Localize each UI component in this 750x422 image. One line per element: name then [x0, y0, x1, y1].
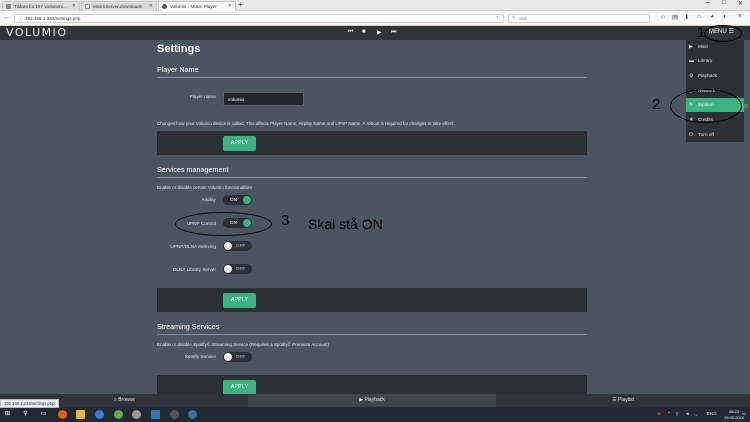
network-icon[interactable]: ▯: [676, 411, 678, 417]
bookmark-star-icon[interactable]: ☆: [660, 13, 666, 21]
divider: [157, 334, 587, 335]
power-icon: ⏻: [689, 132, 693, 138]
annotation-ellipse-upnp: [175, 212, 272, 236]
menu-item-turn-off[interactable]: ⏻ Turn off: [686, 128, 744, 142]
menu-item-library[interactable]: ▬ Library: [686, 54, 744, 68]
favicon-icon: [6, 4, 11, 9]
divider: [157, 77, 587, 78]
apply-player-name-button[interactable]: APPLY: [223, 136, 256, 151]
airplay-label: Airplay: [201, 197, 216, 202]
page-title: Settings: [157, 43, 201, 55]
new-tab-button[interactable]: +: [238, 0, 243, 9]
search-icon[interactable]: ⚲: [21, 410, 30, 419]
menu-item-main[interactable]: ▶ Main: [686, 40, 744, 54]
player-name-label: Player name: [189, 94, 216, 99]
apply-streaming-button[interactable]: APPLY: [223, 380, 256, 395]
app-icon[interactable]: [114, 410, 123, 419]
annotation-number-3: 3: [281, 212, 290, 229]
maximize-button[interactable]: □: [722, 0, 726, 6]
previous-icon[interactable]: ⏮: [348, 29, 353, 36]
next-icon[interactable]: ⏭: [391, 29, 396, 36]
browser-menu-icon[interactable]: ≡: [738, 13, 742, 20]
dlna-library-server-label: DLNA Library Server: [173, 267, 216, 272]
home-icon[interactable]: ⌂: [697, 13, 701, 20]
browser-tab[interactable]: Tildare for DIY webstem... ✕: [2, 1, 80, 11]
extension-icon[interactable]: ◐: [723, 13, 727, 20]
annotation-ellipse-system: [670, 89, 742, 123]
info-icon: ⓘ: [18, 16, 23, 21]
section-title-player-name: Player Name: [157, 65, 199, 74]
tab-playback[interactable]: ▶ Playback: [248, 394, 496, 407]
volume-icon[interactable]: ◄: [685, 411, 689, 416]
stop-icon[interactable]: ■: [362, 29, 366, 35]
dlna-library-server-toggle[interactable]: OFF: [223, 264, 252, 274]
play-icon: ▶: [689, 44, 693, 50]
folder-icon: ▬: [689, 58, 694, 64]
download-icon[interactable]: ⬇: [684, 13, 689, 21]
tray-app-icon[interactable]: ◉: [657, 411, 661, 417]
favicon-icon: [162, 4, 167, 9]
reading-list-icon[interactable]: ▤: [672, 13, 678, 21]
app-icon[interactable]: [188, 410, 197, 419]
upnp-dlna-indexing-label: UPNP/DLNA Indexing: [170, 244, 216, 249]
task-view-icon[interactable]: ▭: [39, 410, 48, 419]
browser-tab-bar: Tildare for DIY webstem... ✕ MinimServer…: [0, 0, 750, 11]
menu-item-playback[interactable]: ⚙ Playback: [686, 69, 744, 83]
volumio-header: VOLUMIO ⏮ ■ ▶ ⏭ MENU ☰: [0, 26, 750, 40]
close-tab-icon[interactable]: ✕: [228, 3, 232, 9]
status-url: 192.168.1.233/settings.php: [0, 399, 59, 408]
browser-tab-active[interactable]: Volumio - Music Player ✕: [158, 1, 236, 11]
gears-icon: ⚙: [689, 73, 694, 79]
bottom-tab-bar: ♫ Browse ▶ Playback ☰ Playlist: [0, 394, 750, 407]
apply-services-button[interactable]: APPLY: [223, 293, 256, 308]
search-input[interactable]: ⚲ Søk: [508, 14, 650, 23]
tray-expand-icon[interactable]: ⌃: [667, 411, 671, 417]
close-tab-icon[interactable]: ✕: [149, 3, 153, 9]
browser-tab[interactable]: MinimServer downloads ✕: [81, 1, 157, 11]
player-name-description: Changes how your Volumio device is calle…: [157, 121, 455, 126]
streaming-description: Enable or disable Spotify© Streaming Ser…: [157, 342, 329, 347]
airplay-toggle[interactable]: ON: [223, 195, 252, 205]
search-icon: ⚲: [512, 15, 516, 20]
minimize-button[interactable]: –: [706, 0, 709, 6]
services-apply-panel: APPLY: [157, 288, 587, 312]
app-icon[interactable]: [170, 410, 179, 419]
language-indicator[interactable]: ENG: [707, 411, 717, 416]
spotify-service-toggle[interactable]: OFF: [223, 352, 252, 362]
url-input[interactable]: ⓘ 192.168.1.233/settings.php ↻: [14, 14, 504, 23]
firefox-icon[interactable]: [58, 410, 67, 419]
player-name-input[interactable]: volumio: [223, 92, 304, 106]
wifi-icon[interactable]: ◡: [694, 411, 698, 417]
upnp-dlna-indexing-toggle[interactable]: OFF: [223, 241, 252, 251]
windows-start-icon[interactable]: ⊞: [3, 410, 12, 419]
reload-icon[interactable]: ↻: [496, 15, 500, 21]
section-title-streaming: Streaming Services: [157, 322, 220, 331]
play-icon[interactable]: ▶: [377, 29, 382, 36]
taskbar: ⊞ ⚲ ▭ ◉ ⌃ ▯ ◄ ◡ ENG 08:23 19.05.2016 ▭: [0, 407, 750, 422]
favicon-icon: [85, 4, 90, 9]
spotify-service-label: Spotify Service: [184, 354, 216, 359]
services-description: Enable or disable certain Volumio functi…: [157, 185, 253, 190]
annotation-number-2: 2: [652, 96, 661, 113]
file-explorer-icon[interactable]: [76, 410, 85, 419]
divider: [157, 177, 587, 178]
app-icon[interactable]: [95, 410, 104, 419]
player-name-apply-panel: APPLY: [157, 131, 587, 155]
section-title-services: Services management: [157, 165, 229, 174]
close-tab-icon[interactable]: ✕: [72, 3, 76, 9]
pocket-icon[interactable]: ◕: [710, 13, 714, 20]
back-icon[interactable]: ←: [3, 14, 10, 21]
volumio-logo: VOLUMIO: [6, 26, 68, 39]
app-icon[interactable]: [151, 410, 160, 419]
app-icon[interactable]: [132, 410, 141, 419]
browser-toolbar: ← ⓘ 192.168.1.233/settings.php ↻ ⚲ Søk ☆…: [0, 11, 750, 26]
scroll-handle[interactable]: [744, 104, 748, 108]
close-window-button[interactable]: ✕: [738, 0, 743, 7]
notifications-icon[interactable]: ▭: [742, 411, 746, 417]
annotation-ellipse-menu: [704, 25, 742, 42]
annotation-note: Skal stå ON: [308, 216, 383, 232]
tab-playlist[interactable]: ☰ Playlist: [496, 394, 750, 407]
